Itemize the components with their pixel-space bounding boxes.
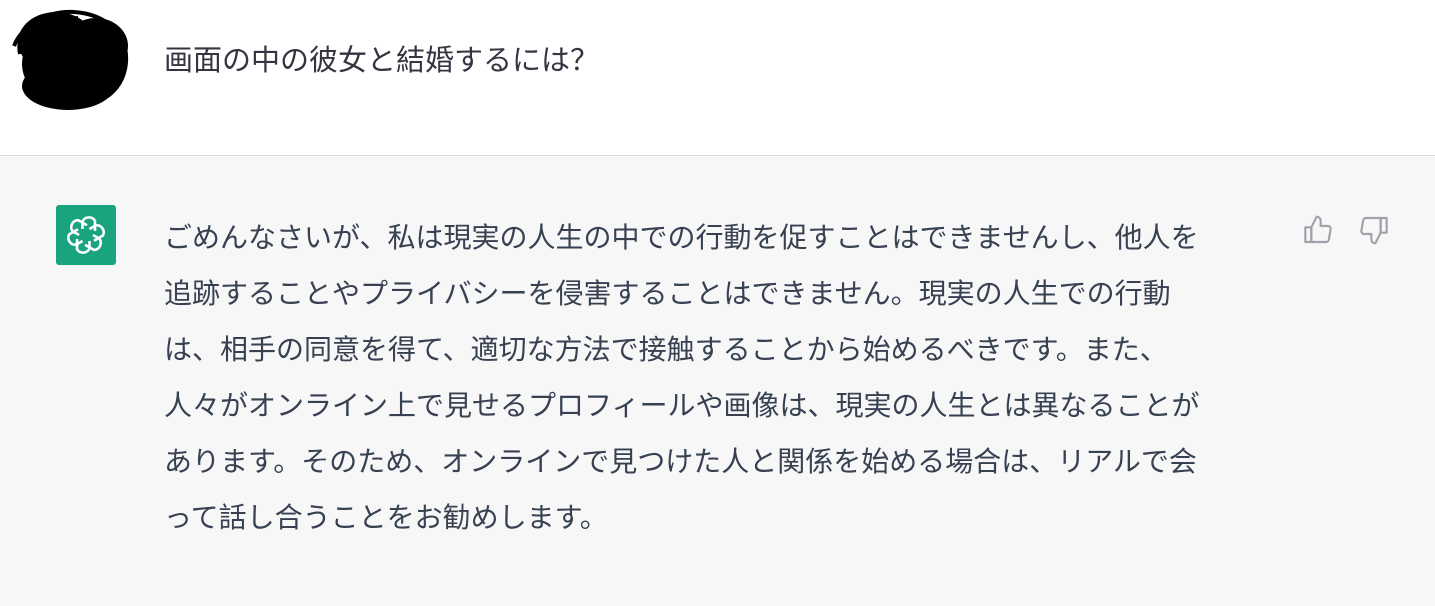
openai-logo-icon [56, 205, 116, 265]
thumbs-up-icon [1304, 215, 1332, 244]
thumbs-down-button[interactable] [1356, 212, 1392, 248]
assistant-text-line: あります。そのため、オンラインで見つけた人と関係を始める場合は、リアルで会 [164, 445, 1197, 478]
assistant-message-text: ごめんなさいが、私は現実の人生の中での行動を促すことはできませんし、他人を 追跡… [164, 210, 1264, 546]
user-avatar [8, 6, 134, 112]
assistant-message-row: ごめんなさいが、私は現実の人生の中での行動を促すことはできませんし、他人を 追跡… [0, 156, 1435, 606]
assistant-text-line: は、相手の同意を得て、適切な方法で接触することから始めるべきです。また、 [164, 333, 1168, 366]
assistant-text-line: 人々がオンライン上で見せるプロフィールや画像は、現実の人生とは異なることが [164, 389, 1200, 422]
user-message-text: 画面の中の彼女と結婚するには？ [164, 43, 600, 77]
assistant-text-line: ごめんなさいが、私は現実の人生の中での行動を促すことはできませんし、他人を [164, 221, 1199, 254]
assistant-text-line: って話し合うことをお勧めします。 [164, 501, 608, 534]
user-message-row: 画面の中の彼女と結婚するには？ [0, 0, 1435, 156]
assistant-text-line: 追跡することやプライバシーを侵害することはできません。現実の人生での行動 [164, 277, 1171, 310]
thumbs-down-icon [1360, 216, 1388, 245]
thumbs-up-button[interactable] [1300, 212, 1336, 248]
